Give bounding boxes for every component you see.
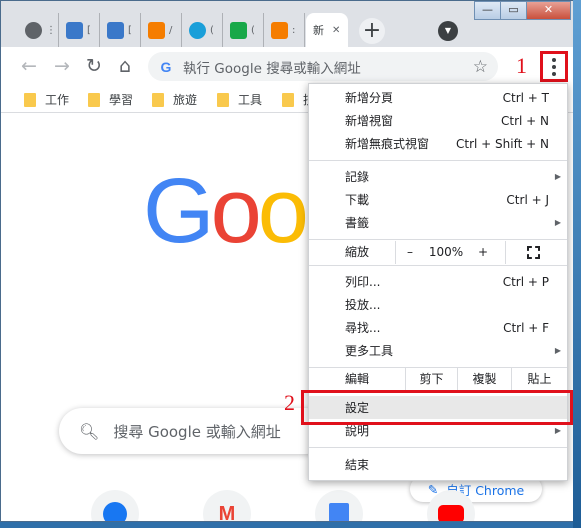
back-button[interactable]: ← (18, 56, 40, 78)
blogger-icon (271, 21, 288, 39)
tab[interactable]: ( (182, 13, 223, 47)
menu-divider (309, 265, 567, 266)
bookmark-folder[interactable]: 旅遊 (152, 91, 197, 108)
menu-item-paste[interactable]: 貼上 (511, 368, 567, 391)
settings-highlight-frame (301, 390, 573, 425)
toolbar: ← → ↻ ⌂ G 執行 Google 搜尋或輸入網址 ☆ 1 (1, 47, 574, 87)
pinwheel-icon (189, 21, 206, 39)
tab-active[interactable]: 新 ✕ (306, 13, 348, 47)
notepad-icon (66, 21, 83, 39)
close-tab-icon[interactable]: ✕ (332, 25, 340, 36)
tab[interactable]: [ (100, 13, 141, 47)
step-1-label: 1 (516, 53, 527, 78)
youtube-icon (438, 505, 464, 521)
globe-icon (25, 21, 42, 39)
tab[interactable]: ⋮ (18, 13, 59, 47)
close-window-button[interactable]: ✕ (526, 1, 571, 20)
bookmark-folder[interactable]: 學習 (88, 91, 133, 108)
folder-icon (24, 92, 36, 107)
menu-item-cut[interactable]: 剪下 (405, 368, 457, 391)
address-bar[interactable]: G 執行 Google 搜尋或輸入網址 ☆ (148, 52, 498, 81)
game-icon (230, 21, 247, 39)
folder-icon (282, 92, 294, 107)
menu-item-new-tab[interactable]: 新增分頁 Ctrl + T (309, 86, 567, 109)
bookmark-folder[interactable]: 工具 (217, 91, 262, 108)
submenu-arrow-icon: ▶ (554, 172, 561, 181)
new-tab-button[interactable]: + (359, 18, 385, 44)
tab-strip: ⋮ [ [ / ( ( : 新 ✕ + ▼ — ▭ ✕ (1, 1, 574, 47)
tab-search-button[interactable]: ▼ (438, 21, 458, 41)
submenu-arrow-icon: ▶ (554, 218, 561, 227)
reload-button[interactable]: ↻ (83, 56, 105, 78)
bookmark-star-icon[interactable]: ☆ (473, 57, 488, 77)
tab[interactable]: / (141, 13, 182, 47)
search-icon: 🔍︎ (79, 421, 100, 441)
submenu-arrow-icon: ▶ (554, 346, 561, 355)
menu-item-exit[interactable]: 結束 (309, 453, 567, 476)
browser-window: ⋮ [ [ / ( ( : 新 ✕ + ▼ — ▭ ✕ ← → ↻ ⌂ G 執行… (0, 0, 575, 522)
menu-item-more-tools[interactable]: 更多工具 ▶ (309, 339, 567, 362)
tab[interactable]: ( (223, 13, 264, 47)
menu-divider (309, 447, 567, 448)
google-g-icon: G (160, 58, 172, 75)
desktop-background (573, 0, 581, 528)
zoom-level: 100% (428, 245, 464, 259)
maximize-button[interactable]: ▭ (500, 1, 527, 20)
folder-icon (217, 92, 229, 107)
ntp-search-placeholder: 搜尋 Google 或輸入網址 (113, 422, 281, 441)
step-2-label: 2 (284, 390, 295, 415)
zoom-out-button[interactable]: – (403, 241, 417, 264)
address-placeholder: 執行 Google 搜尋或輸入網址 (183, 60, 361, 77)
tab[interactable]: : (264, 13, 305, 47)
menu-item-history[interactable]: 記錄 ▶ (309, 165, 567, 188)
gmail-icon: M (218, 502, 236, 522)
menu-item-cast[interactable]: 投放... (309, 293, 567, 316)
forward-button[interactable]: → (51, 56, 73, 78)
menu-item-new-window[interactable]: 新增視窗 Ctrl + N (309, 109, 567, 132)
menu-item-copy[interactable]: 複製 (457, 368, 511, 391)
google-translate-icon (329, 503, 349, 521)
folder-icon (88, 92, 100, 107)
menu-item-bookmarks[interactable]: 書籤 ▶ (309, 211, 567, 234)
home-button[interactable]: ⌂ (114, 56, 136, 78)
menu-item-downloads[interactable]: 下載 Ctrl + J (309, 188, 567, 211)
menu-item-find[interactable]: 尋找... Ctrl + F (309, 316, 567, 339)
menu-divider (309, 160, 567, 161)
blogger-icon (148, 21, 165, 39)
folder-icon (152, 92, 164, 107)
facebook-icon (103, 502, 127, 521)
zoom-in-button[interactable]: + (475, 241, 491, 264)
zoom-row: 縮放 – 100% + (309, 241, 567, 264)
bookmark-folder[interactable]: 工作 (24, 91, 69, 108)
edit-row: 編輯 剪下 複製 貼上 (309, 368, 567, 391)
tab[interactable]: [ (59, 13, 100, 47)
google-logo: Goo (143, 160, 309, 262)
minimize-button[interactable]: — (474, 1, 501, 20)
submenu-arrow-icon: ▶ (554, 426, 561, 435)
chrome-menu-button[interactable] (540, 51, 568, 82)
menu-item-print[interactable]: 列印... Ctrl + P (309, 270, 567, 293)
fullscreen-icon[interactable] (527, 246, 540, 259)
menu-item-new-incognito[interactable]: 新增無痕式視窗 Ctrl + Shift + N (309, 132, 567, 155)
menu-divider (309, 239, 567, 240)
notepad-icon (107, 21, 124, 39)
